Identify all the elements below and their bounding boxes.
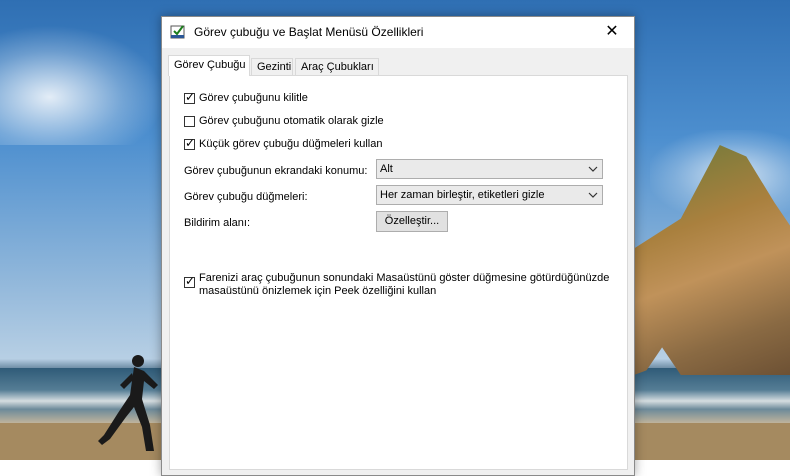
peek-checkbox[interactable]: ✓ Farenizi araç çubuğunun sonundaki Masa…	[184, 272, 609, 298]
customize-button[interactable]: Özelleştir...	[376, 211, 448, 232]
peek-label-line1: Farenizi araç çubuğunun sonundaki Masaüs…	[199, 272, 610, 284]
chevron-down-icon	[588, 166, 598, 172]
checkbox-label: Görev çubuğunu otomatik olarak gizle	[199, 115, 384, 127]
chevron-down-icon	[588, 192, 598, 198]
taskbar-tab-panel: ✓ Görev çubuğunu kilitle Görev çubuğunu …	[169, 75, 628, 470]
location-dropdown[interactable]: Alt	[376, 159, 603, 179]
wallpaper-clouds	[0, 25, 165, 145]
taskbar-properties-dialog: Görev çubuğu ve Başlat Menüsü Özellikler…	[161, 16, 635, 476]
checkbox-label: Küçük görev çubuğu düğmeleri kullan	[199, 138, 383, 150]
tab-navigation[interactable]: Gezinti	[251, 58, 293, 75]
close-icon: ✕	[605, 23, 619, 40]
wallpaper-runner	[98, 355, 158, 451]
check-icon: ✓	[185, 136, 196, 150]
taskbar-buttons-value: Her zaman birleştir, etiketleri gizle	[380, 189, 545, 201]
tab-label: Araç Çubukları	[301, 61, 374, 73]
check-icon: ✓	[185, 274, 196, 288]
tab-label: Görev Çubuğu	[174, 59, 246, 71]
window-title: Görev çubuğu ve Başlat Menüsü Özellikler…	[194, 25, 424, 39]
checkbox-box: ✓	[184, 274, 196, 288]
checkbox-box: ✓	[184, 136, 196, 150]
peek-label-line2: masaüstünü önizlemek için Peek özelliğin…	[199, 285, 437, 297]
tab-label: Gezinti	[257, 61, 292, 73]
checkbox-box: ✓	[184, 90, 196, 104]
location-label: Görev çubuğunun ekrandaki konumu:	[184, 165, 368, 177]
location-value: Alt	[380, 163, 393, 175]
lock-taskbar-checkbox[interactable]: ✓ Görev çubuğunu kilitle	[184, 90, 308, 104]
tab-taskbar[interactable]: Görev Çubuğu	[168, 55, 250, 76]
title-bar: Görev çubuğu ve Başlat Menüsü Özellikler…	[162, 17, 634, 48]
close-button[interactable]: ✕	[590, 17, 634, 48]
checkbox-box	[184, 116, 195, 127]
checkbox-label: Görev çubuğunu kilitle	[199, 92, 308, 104]
autohide-taskbar-checkbox[interactable]: Görev çubuğunu otomatik olarak gizle	[184, 115, 384, 127]
taskbar-buttons-dropdown[interactable]: Her zaman birleştir, etiketleri gizle	[376, 185, 603, 205]
small-buttons-checkbox[interactable]: ✓ Küçük görev çubuğu düğmeleri kullan	[184, 136, 383, 150]
tab-toolbars[interactable]: Araç Çubukları	[295, 58, 379, 75]
buttons-label: Görev çubuğu düğmeleri:	[184, 191, 308, 203]
taskbar-properties-icon	[170, 25, 185, 39]
notification-area-label: Bildirim alanı:	[184, 217, 251, 229]
check-icon: ✓	[185, 90, 196, 104]
checkbox-label: Farenizi araç çubuğunun sonundaki Masaüs…	[199, 272, 609, 298]
